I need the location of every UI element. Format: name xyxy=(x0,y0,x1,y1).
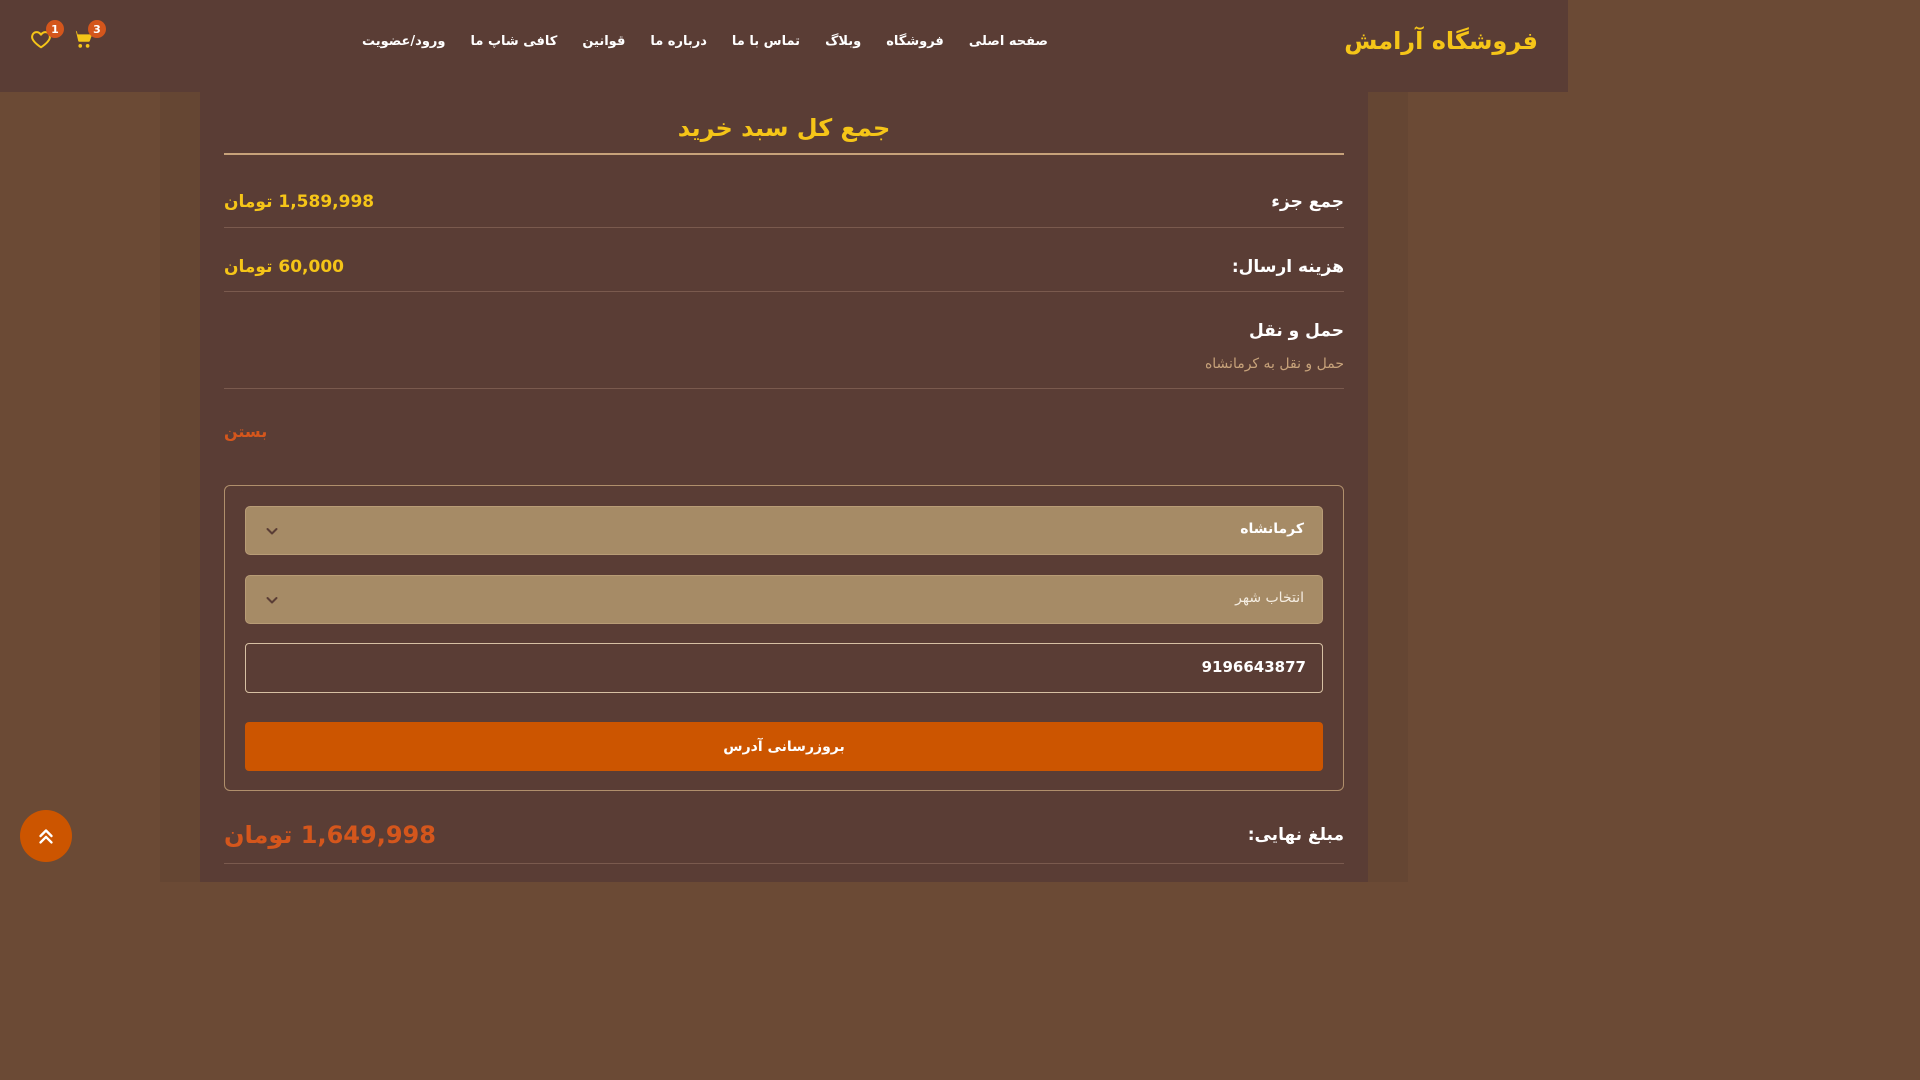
transport-label: حمل و نقل xyxy=(1248,321,1344,341)
row-divider xyxy=(224,227,1344,228)
postcode-input[interactable]: 9196643877 xyxy=(245,643,1323,693)
main-nav: صفحه اصلی فروشگاه وبلاگ تماس با ما دربار… xyxy=(362,34,1048,49)
double-chevron-up-icon xyxy=(39,829,53,844)
cart-totals-panel: جمع کل سبد خرید جمع جزء 1,589,998 تومان … xyxy=(200,92,1368,882)
nav-shop[interactable]: فروشگاه xyxy=(886,34,944,49)
cart-button[interactable]: 3 xyxy=(72,20,106,50)
wishlist-count-badge: 1 xyxy=(46,20,64,38)
update-address-button[interactable]: بروزرسانی آدرس xyxy=(245,722,1323,771)
chevron-down-icon xyxy=(266,597,278,604)
postcode-value: 9196643877 xyxy=(1201,658,1306,676)
background-column-left xyxy=(160,92,200,882)
nav-rules[interactable]: قوانین xyxy=(582,34,625,49)
site-header: فروشگاه آرامش صفحه اصلی فروشگاه وبلاگ تم… xyxy=(0,0,1568,92)
city-select[interactable]: انتخاب شهر xyxy=(245,575,1323,624)
province-selected-value: کرمانشاه xyxy=(1240,521,1304,537)
shipping-label: هزینه ارسال: xyxy=(1231,257,1344,277)
subtotal-value: 1,589,998 تومان xyxy=(224,192,375,212)
province-select[interactable]: کرمانشاه xyxy=(245,506,1323,555)
header-icons: 1 3 xyxy=(30,20,106,50)
row-divider xyxy=(224,863,1344,864)
cart-totals-title: جمع کل سبد خرید xyxy=(677,114,891,142)
shipping-value: 60,000 تومان xyxy=(224,257,344,277)
title-divider xyxy=(224,153,1344,155)
final-total-label: مبلغ نهایی: xyxy=(1247,825,1344,845)
site-logo[interactable]: فروشگاه آرامش xyxy=(1344,27,1538,55)
background-column-right xyxy=(1368,92,1408,882)
nav-about[interactable]: درباره ما xyxy=(650,34,707,49)
close-link[interactable]: بستن xyxy=(224,422,267,441)
nav-home[interactable]: صفحه اصلی xyxy=(969,34,1048,49)
city-placeholder: انتخاب شهر xyxy=(1235,590,1304,606)
final-total-value: 1,649,998 تومان xyxy=(224,821,436,849)
row-divider xyxy=(224,291,1344,292)
nav-blog[interactable]: وبلاگ xyxy=(825,34,861,49)
subtotal-label: جمع جزء xyxy=(1271,192,1344,212)
nav-coffee-shop[interactable]: کافی شاپ ما xyxy=(471,34,558,49)
nav-contact[interactable]: تماس با ما xyxy=(732,34,800,49)
wishlist-button[interactable]: 1 xyxy=(30,20,64,50)
address-form: کرمانشاه انتخاب شهر 9196643877 بروزرسانی… xyxy=(224,485,1344,791)
chevron-down-icon xyxy=(266,528,278,535)
nav-login[interactable]: ورود/عضویت xyxy=(362,34,446,49)
transport-destination: حمل و نقل به کرمانشاه xyxy=(1204,356,1344,372)
cart-count-badge: 3 xyxy=(88,20,106,38)
row-divider xyxy=(224,388,1344,389)
scroll-to-top-button[interactable] xyxy=(20,810,72,862)
